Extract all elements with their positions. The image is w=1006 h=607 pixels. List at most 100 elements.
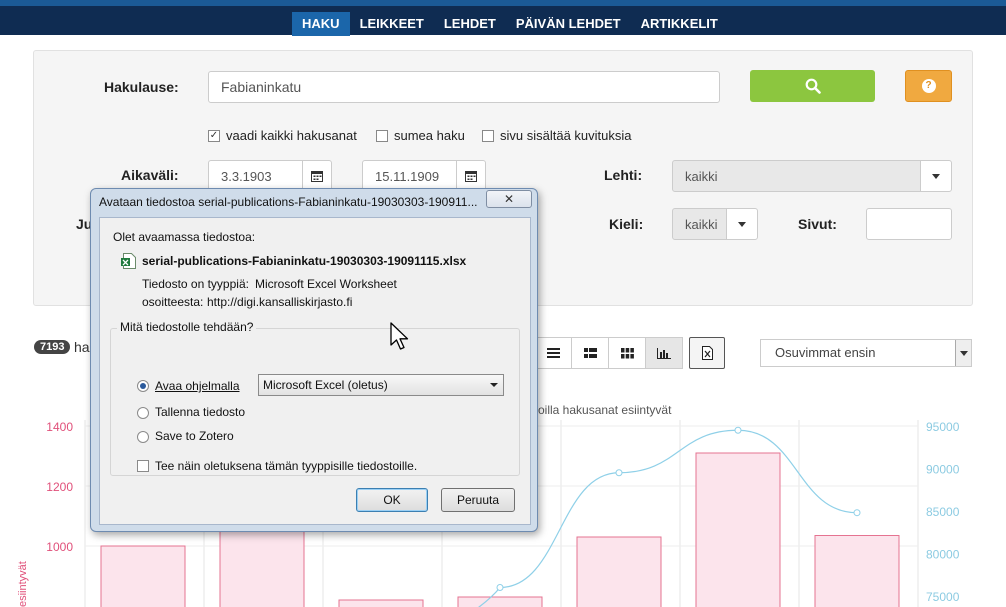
chart-y-right-ticks: 95000 90000 85000 80000 75000 [926, 420, 960, 604]
paper-label: Lehti: [604, 167, 643, 183]
file-type-label: Tiedosto on tyyppiä: [142, 277, 249, 291]
radio-save-zotero[interactable] [137, 431, 149, 443]
sort-select[interactable]: Osuvimmat ensin [760, 339, 972, 367]
view-detail-list-button[interactable] [571, 337, 609, 369]
nav-item-artikkelit[interactable]: ARTIKKELIT [631, 12, 728, 36]
open-with-select-value: Microsoft Excel (oletus) [263, 378, 388, 392]
query-label: Hakulause: [104, 79, 179, 95]
chart-bar [338, 599, 424, 607]
option-fuzzy-label: sumea haku [394, 128, 465, 143]
search-button[interactable] [750, 70, 875, 102]
chart-line-point [496, 584, 504, 591]
result-count-badge: 7193 [34, 340, 71, 354]
checkbox-require-all[interactable]: ✓ [208, 129, 220, 142]
remember-choice-label[interactable]: Tee näin oletuksena tämän tyyppisille ti… [155, 459, 417, 473]
chart-y-left-ticks: 1400 1200 1000 [46, 420, 73, 554]
nav-item-leikkeet[interactable]: LEIKKEET [350, 12, 434, 36]
radio-open-with[interactable] [137, 380, 149, 392]
grid-icon [620, 347, 634, 358]
chart-y-right-tick: 75000 [926, 590, 960, 604]
radio-save-file[interactable] [137, 407, 149, 419]
chart-y-left-tick: 1200 [46, 480, 73, 494]
help-button[interactable]: ? [905, 70, 952, 102]
file-type-value: Microsoft Excel Worksheet [255, 277, 397, 291]
question-icon: ? [921, 79, 936, 93]
top-bar: HAKU LEIKKEET LEHDET PÄIVÄN LEHDET ARTIK… [0, 0, 1006, 36]
nav-item-lehdet[interactable]: LEHDET [434, 12, 506, 36]
dialog-title: Avataan tiedostoa serial-publications-Fa… [99, 195, 478, 209]
chevron-down-icon [959, 350, 968, 356]
chevron-down-icon [738, 221, 746, 227]
nav-item-haku[interactable]: HAKU [292, 12, 350, 36]
language-select[interactable]: kaikki [672, 208, 728, 240]
excel-file-icon [701, 346, 713, 360]
chart-bar [457, 596, 543, 607]
option-require-all-label: vaadi kaikki hakusanat [226, 128, 357, 143]
close-icon: ✕ [503, 192, 515, 206]
chart-y-right-tick: 80000 [926, 548, 960, 562]
chart-y-right-tick: 90000 [926, 463, 960, 477]
action-group: Mitä tiedostolle tehdään? [110, 320, 520, 476]
result-count-text: ha [74, 339, 90, 355]
open-with-label-text: Avaa ohjelmalla [155, 379, 240, 393]
file-source-label: osoitteesta: [142, 295, 204, 309]
chart-bar [100, 545, 186, 607]
open-with-select[interactable]: Microsoft Excel (oletus) [258, 374, 504, 396]
checkbox-illustrations[interactable] [482, 129, 494, 142]
chart-bar [576, 536, 662, 607]
download-dialog: Avataan tiedostoa serial-publications-Fa… [90, 188, 538, 532]
dialog-body: Olet avaamassa tiedostoa: serial-publica… [99, 217, 531, 525]
sort-dropdown-button[interactable] [955, 340, 971, 366]
cancel-button[interactable]: Peruuta [441, 488, 515, 512]
view-chart-button[interactable] [645, 337, 683, 369]
sort-select-value: Osuvimmat ensin [775, 345, 876, 360]
pages-input[interactable] [866, 208, 952, 240]
file-source-value: http://digi.kansalliskirjasto.fi [207, 295, 353, 309]
export-excel-button[interactable] [689, 337, 725, 369]
list-icon [546, 348, 560, 358]
chart-line-point [615, 469, 623, 477]
view-list-button[interactable] [534, 337, 572, 369]
chart-line-point [853, 509, 861, 517]
save-file-label[interactable]: Tallenna tiedosto [155, 405, 245, 419]
dialog-close-button[interactable]: ✕ [486, 190, 532, 208]
chart-line-point [734, 426, 742, 434]
language-label: Kieli: [609, 216, 644, 232]
option-illustrations-label: sivu sisältää kuvituksia [500, 128, 632, 143]
view-buttons [534, 337, 725, 369]
checkbox-fuzzy[interactable] [376, 129, 388, 142]
save-zotero-label[interactable]: Save to Zotero [155, 429, 234, 443]
chart-y-left-tick: 1000 [46, 540, 73, 554]
nav-item-paivan-lehdet[interactable]: PÄIVÄN LEHDET [506, 12, 631, 36]
chart-bar [695, 452, 781, 607]
open-with-label[interactable]: Avaa ohjelmalla [155, 379, 240, 393]
paper-select[interactable]: kaikki [672, 160, 922, 192]
checkbox-remember-choice[interactable] [137, 460, 149, 472]
option-illustrations[interactable]: sivu sisältää kuvituksia [482, 128, 632, 143]
chart-bar [814, 535, 900, 607]
period-label: Aikaväli: [121, 167, 179, 183]
search-icon [805, 78, 821, 94]
file-name: serial-publications-Fabianinkatu-1903030… [142, 254, 467, 268]
chart-y-right-tick: 95000 [926, 420, 960, 434]
chart-y-left-tick: 1400 [46, 420, 73, 434]
opening-text: Olet avaamassa tiedostoa: [113, 230, 256, 244]
bar-chart-icon [657, 347, 671, 359]
action-question: Mitä tiedostolle tehdään? [117, 320, 257, 334]
calendar-icon [465, 171, 477, 182]
paper-dropdown-button[interactable] [920, 160, 952, 192]
pages-label: Sivut: [798, 216, 837, 232]
chevron-down-icon [490, 383, 498, 387]
view-grid-button[interactable] [608, 337, 646, 369]
option-require-all[interactable]: ✓ vaadi kaikki hakusanat [208, 128, 357, 143]
main-nav: HAKU LEIKKEET LEHDET PÄIVÄN LEHDET ARTIK… [292, 12, 728, 36]
chart-y-right-tick: 85000 [926, 505, 960, 519]
chevron-down-icon [932, 173, 940, 179]
calendar-icon [311, 171, 323, 182]
chart-title: oilla hakusanat esiintyvät [538, 403, 672, 417]
option-fuzzy[interactable]: sumea haku [376, 128, 465, 143]
language-dropdown-button[interactable] [726, 208, 758, 240]
ok-button[interactable]: OK [356, 488, 428, 512]
detail-list-icon [583, 347, 597, 358]
search-input[interactable]: Fabianinkatu [208, 71, 720, 103]
